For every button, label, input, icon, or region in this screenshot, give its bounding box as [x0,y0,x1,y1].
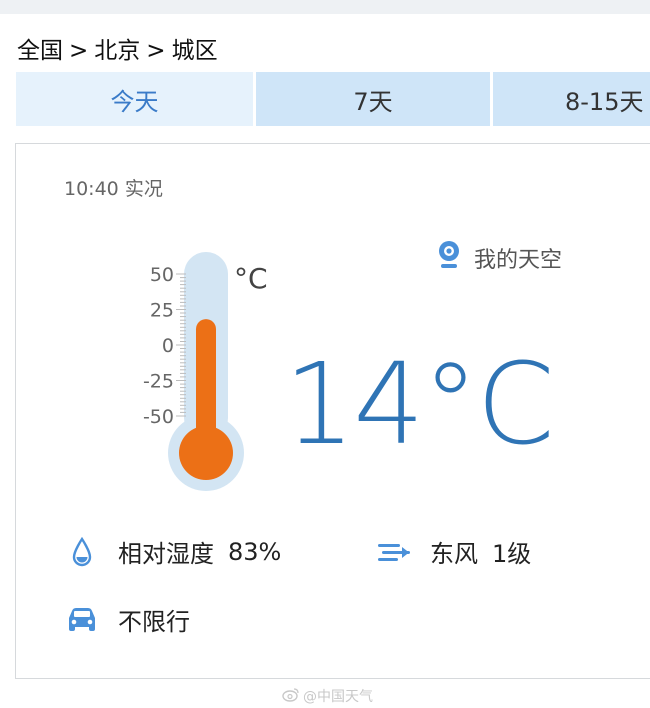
tab-7-days[interactable]: 7天 [256,72,490,126]
traffic-restriction-text: 不限行 [118,608,190,636]
forecast-tabs: 今天 7天 8-15天 [16,72,650,126]
top-bar [0,0,650,14]
observation-time: 10:40 实况 [64,174,163,201]
my-sky-link[interactable]: 我的天空 [438,240,562,276]
breadcrumb-separator: > [69,38,89,64]
humidity-value: 83% [228,537,282,566]
tick-label: -50 [143,406,174,428]
wind-level: 1级 [492,540,532,568]
tick-label: 25 [150,300,174,322]
breadcrumb-item-city[interactable]: 北京 [94,38,140,64]
watermark-text: @中国天气 [303,689,373,705]
weibo-logo-icon [282,687,300,706]
tick-label: 0 [162,335,174,357]
tab-8-15-days[interactable]: 8-15天 [493,72,650,126]
tick-label: 50 [150,264,174,286]
wind-stat: 东风 1级 [376,534,531,569]
wind-direction: 东风 [430,540,478,568]
observation-label: 实况 [124,178,163,200]
breadcrumb-item-country[interactable]: 全国 [17,38,63,64]
thermometer-unit: °C [234,262,268,295]
breadcrumb: 全国 > 北京 > 城区 [17,31,218,65]
tab-today[interactable]: 今天 [16,72,253,126]
breadcrumb-separator: > [146,38,166,64]
thermometer-gauge: 50 25 0 -25 -50 °C [143,252,268,491]
wind-icon [376,541,412,563]
observation-time-value: 10:40 [64,178,119,200]
location-pin-icon [438,240,460,276]
current-weather-card: 10:40 实况 我的天空 50 25 0 -25 -50 °C 14°C 相对… [15,143,650,679]
current-temperature: 14°C [284,340,555,470]
watermark: @中国天气 [282,686,373,706]
tick-label: -25 [143,371,174,393]
my-sky-label: 我的天空 [474,248,563,273]
breadcrumb-item-district[interactable]: 城区 [172,38,218,64]
car-icon [64,607,100,633]
humidity-stat: 相对湿度 83% [64,534,281,569]
traffic-restriction-stat: 不限行 [64,602,190,637]
water-drop-icon [64,536,100,567]
thermometer-mercury [196,319,216,458]
humidity-label: 相对湿度 [118,540,214,568]
